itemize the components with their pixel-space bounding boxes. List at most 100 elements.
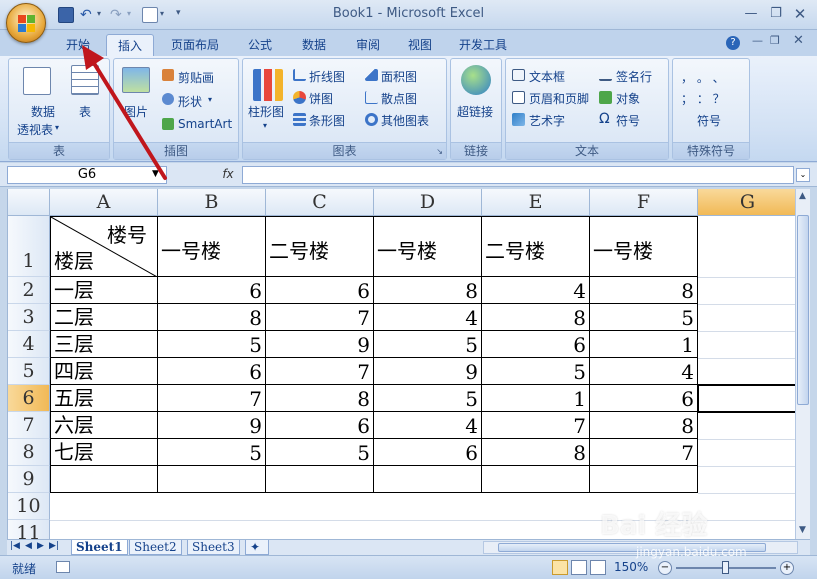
active-cell-g6[interactable]	[697, 384, 795, 413]
charts-dialog-launcher-icon[interactable]: ↘	[436, 147, 443, 156]
row-header-5[interactable]: 5	[8, 358, 50, 385]
tab-developer[interactable]: 开发工具	[450, 34, 516, 56]
value-cell[interactable]: 4	[590, 358, 698, 385]
tab-view[interactable]: 视图	[398, 34, 442, 56]
header-footer-button[interactable]: 页眉和页脚	[529, 90, 589, 107]
value-cell[interactable]: 7	[482, 412, 590, 439]
value-cell[interactable]: 5	[482, 358, 590, 385]
floor-label-cell[interactable]: 一层	[50, 277, 158, 304]
floor-label-cell[interactable]: 三层	[50, 331, 158, 358]
row-header-1[interactable]: 1	[8, 216, 50, 277]
pie-chart-button[interactable]: 饼图	[309, 90, 333, 107]
shapes-button[interactable]: 形状	[178, 93, 202, 110]
name-box[interactable]: G6	[7, 166, 167, 184]
building-header-cell[interactable]: 一号楼	[590, 216, 698, 277]
value-cell[interactable]: 6	[158, 277, 266, 304]
row-header-7[interactable]: 7	[8, 412, 50, 439]
value-cell[interactable]: 4	[374, 304, 482, 331]
value-cell[interactable]: 8	[590, 277, 698, 304]
worksheet-grid[interactable]: A B C D E F G 1 2 3 4 5 6 7 8 9 10 11 楼号…	[7, 189, 795, 539]
empty-cell[interactable]	[482, 466, 590, 493]
ribbon-restore-icon[interactable]: ❐	[770, 34, 780, 47]
row-header-6[interactable]: 6	[8, 385, 50, 412]
tab-data[interactable]: 数据	[292, 34, 336, 56]
zoom-out-icon[interactable]: −	[658, 561, 672, 575]
next-sheet-icon[interactable]: ▶	[37, 541, 44, 551]
prev-sheet-icon[interactable]: ◀	[25, 541, 32, 551]
smartart-button[interactable]: SmartArt	[178, 117, 232, 131]
zoom-in-icon[interactable]: +	[780, 561, 794, 575]
value-cell[interactable]: 4	[482, 277, 590, 304]
column-header-d[interactable]: D	[374, 189, 482, 216]
formula-input[interactable]	[242, 166, 794, 184]
column-dropdown-icon[interactable]: ▾	[263, 121, 267, 130]
column-header-g[interactable]: G	[698, 189, 795, 216]
empty-cell[interactable]	[50, 466, 158, 493]
floor-label-cell[interactable]: 二层	[50, 304, 158, 331]
empty-cell[interactable]	[266, 466, 374, 493]
column-chart-button[interactable]: 柱形图	[248, 103, 284, 120]
value-cell[interactable]: 7	[590, 439, 698, 466]
tab-review[interactable]: 审阅	[346, 34, 390, 56]
row-header-11[interactable]: 11	[8, 520, 50, 539]
floor-label-cell[interactable]: 四层	[50, 358, 158, 385]
sheet-tab-sheet3[interactable]: Sheet3	[187, 540, 240, 555]
column-header-a[interactable]: A	[50, 189, 158, 216]
row-header-2[interactable]: 2	[8, 277, 50, 304]
value-cell[interactable]: 9	[158, 412, 266, 439]
value-cell[interactable]: 6	[266, 412, 374, 439]
value-cell[interactable]: 5	[158, 331, 266, 358]
wordart-button[interactable]: 艺术字	[529, 112, 565, 129]
special-symbol-button[interactable]: 符号	[697, 112, 721, 129]
vertical-scrollbar[interactable]: ▲ ▼	[795, 189, 810, 539]
pivot-table-label-2[interactable]: 透视表	[17, 121, 53, 138]
shapes-dropdown-icon[interactable]: ▾	[208, 95, 212, 104]
floor-label-cell[interactable]: 七层	[50, 439, 158, 466]
value-cell[interactable]: 6	[266, 277, 374, 304]
value-cell[interactable]: 6	[590, 385, 698, 412]
signature-button[interactable]: 签名行	[616, 68, 652, 85]
help-icon[interactable]: ?	[726, 36, 740, 50]
value-cell[interactable]: 8	[266, 385, 374, 412]
value-cell[interactable]: 5	[590, 304, 698, 331]
object-button[interactable]: 对象	[616, 90, 640, 107]
empty-cell[interactable]	[158, 466, 266, 493]
row-header-9[interactable]: 9	[8, 466, 50, 493]
value-cell[interactable]: 6	[158, 358, 266, 385]
empty-cell[interactable]	[590, 466, 698, 493]
corner-header-cell[interactable]: 楼号 楼层	[50, 216, 158, 277]
tab-insert[interactable]: 插入	[106, 34, 154, 56]
normal-view-icon[interactable]	[552, 560, 568, 575]
ribbon-minimize-icon[interactable]: —	[752, 34, 763, 47]
restore-icon[interactable]: ❐	[766, 6, 786, 22]
picture-button[interactable]: 图片	[124, 103, 148, 120]
row-header-4[interactable]: 4	[8, 331, 50, 358]
sheet-tab-sheet1[interactable]: Sheet1	[71, 540, 128, 555]
value-cell[interactable]: 5	[374, 385, 482, 412]
page-break-view-icon[interactable]	[590, 560, 606, 575]
building-header-cell[interactable]: 一号楼	[374, 216, 482, 277]
row-header-3[interactable]: 3	[8, 304, 50, 331]
vertical-scroll-thumb[interactable]	[797, 215, 809, 405]
expand-formula-bar-icon[interactable]: ⌄	[796, 168, 810, 182]
special-chars-row-2[interactable]: ； ： ？	[681, 90, 725, 107]
line-chart-button[interactable]: 折线图	[309, 68, 345, 85]
scroll-down-icon[interactable]: ▼	[799, 525, 806, 535]
symbol-button[interactable]: 符号	[616, 112, 640, 129]
tab-home[interactable]: 开始	[56, 34, 100, 56]
tab-formulas[interactable]: 公式	[238, 34, 282, 56]
building-header-cell[interactable]: 一号楼	[158, 216, 266, 277]
value-cell[interactable]: 7	[266, 304, 374, 331]
zoom-level[interactable]: 150%	[614, 560, 648, 574]
scroll-up-icon[interactable]: ▲	[799, 191, 806, 201]
sheet-tab-sheet2[interactable]: Sheet2	[129, 540, 182, 555]
minimize-icon[interactable]: —	[741, 6, 761, 22]
last-sheet-icon[interactable]: ▶|	[49, 541, 59, 551]
value-cell[interactable]: 9	[374, 358, 482, 385]
special-chars-row-1[interactable]: ， 。 、	[681, 69, 725, 86]
first-sheet-icon[interactable]: |◀	[10, 541, 20, 551]
value-cell[interactable]: 5	[158, 439, 266, 466]
pivot-table-button[interactable]: 数据	[23, 103, 63, 120]
area-chart-button[interactable]: 面积图	[381, 68, 417, 85]
value-cell[interactable]: 1	[482, 385, 590, 412]
